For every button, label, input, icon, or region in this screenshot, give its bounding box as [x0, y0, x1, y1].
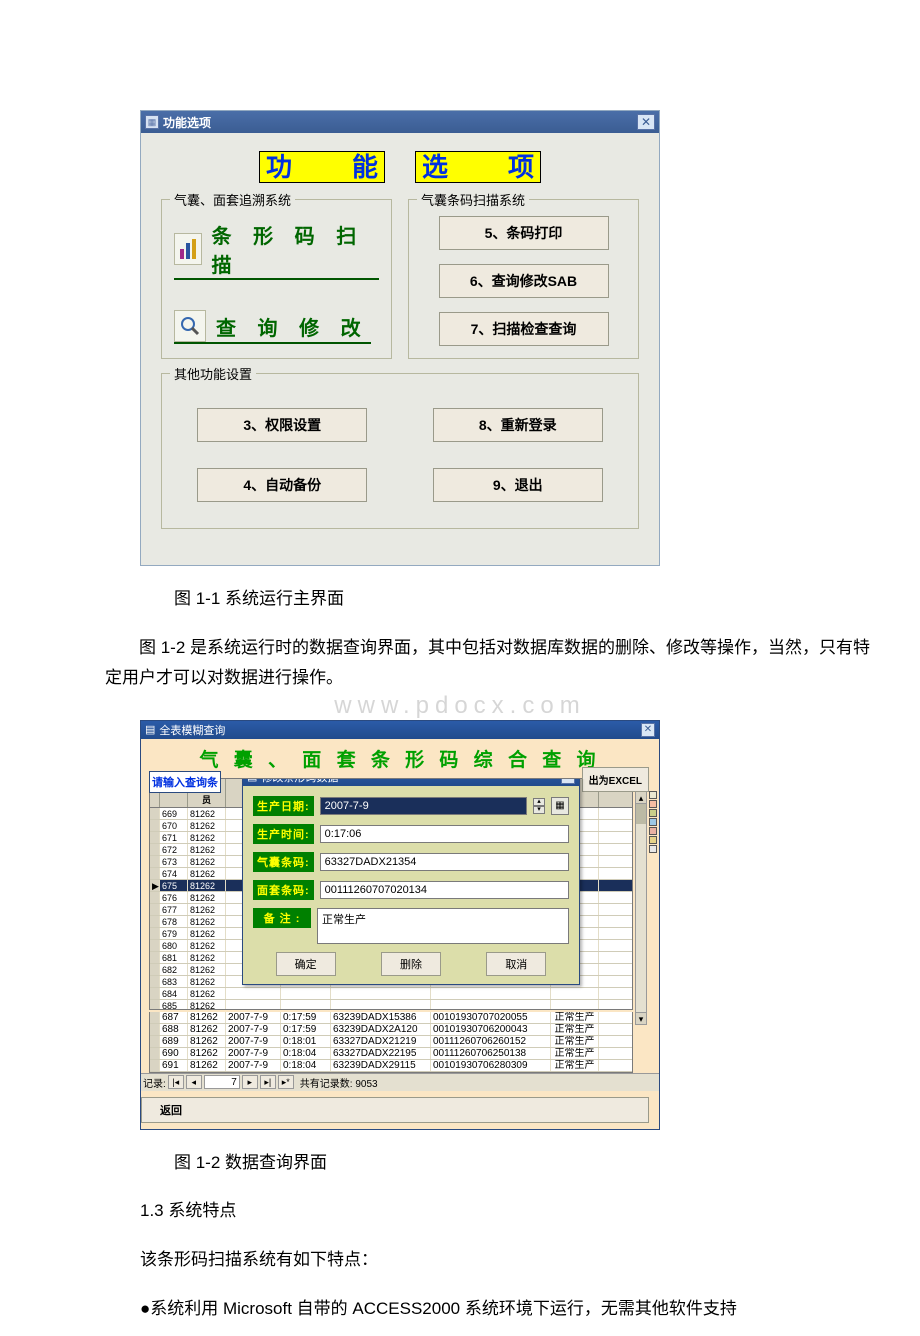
- btn-cancel[interactable]: 取消: [486, 952, 546, 976]
- banner-right: 选 项: [415, 151, 541, 183]
- group-scan-legend: 气囊条码扫描系统: [417, 190, 529, 209]
- nav-first-icon[interactable]: |◂: [168, 1075, 184, 1089]
- color-swatch: [649, 836, 657, 844]
- nav-prev-icon[interactable]: ◂: [186, 1075, 202, 1089]
- banner-char: 项: [508, 154, 534, 180]
- query-modify-link[interactable]: 查 询 修 改: [174, 310, 371, 344]
- color-swatch: [649, 845, 657, 853]
- record-label: 记录:: [143, 1075, 166, 1090]
- btn-scan-check-query[interactable]: 7、扫描检查查询: [439, 312, 609, 346]
- btn-query-modify-sab[interactable]: 6、查询修改SAB: [439, 264, 609, 298]
- window-title: 功能选项: [163, 114, 637, 131]
- input-remark[interactable]: [317, 908, 569, 944]
- window-title: 全表模糊查询: [159, 722, 225, 738]
- main-menu-window: ▦ 功能选项 ✕ 功 能 选 项 气囊、面套追溯系统: [140, 110, 660, 566]
- label-cover-code: 面套条码:: [253, 880, 314, 900]
- close-icon[interactable]: ✕: [561, 778, 575, 784]
- record-current[interactable]: [204, 1075, 240, 1089]
- scroll-thumb[interactable]: [636, 804, 646, 824]
- date-spinner[interactable]: ▴▾: [533, 798, 545, 814]
- color-swatches: [649, 791, 657, 853]
- color-swatch: [649, 818, 657, 826]
- link-label: 查 询 修 改: [216, 312, 369, 341]
- close-icon[interactable]: ✕: [641, 723, 655, 737]
- group-other: 其他功能设置 3、权限设置 8、重新登录 4、自动备份 9、退出: [161, 373, 639, 529]
- scroll-up-icon[interactable]: ▴: [636, 792, 646, 804]
- group-scan: 气囊条码扫描系统 5、条码打印 6、查询修改SAB 7、扫描检查查询: [408, 199, 639, 359]
- vertical-scrollbar[interactable]: ▴ ▾: [635, 791, 647, 1025]
- figure-caption-2: 图 1-2 数据查询界面: [0, 1148, 920, 1179]
- form-icon: ▤: [247, 778, 257, 784]
- close-icon[interactable]: ✕: [637, 114, 655, 130]
- color-swatch: [649, 791, 657, 799]
- table-row[interactable]: 68481262: [150, 988, 632, 1000]
- link-label: 条 形 码 扫 描: [212, 220, 377, 278]
- paragraph-3: ●系统利用 Microsoft 自带的 ACCESS2000 系统环境下运行，无…: [0, 1294, 920, 1325]
- btn-exit[interactable]: 9、退出: [433, 468, 603, 502]
- calendar-icon[interactable]: ▦: [551, 797, 569, 815]
- barcode-scan-link[interactable]: 条 形 码 扫 描: [174, 220, 379, 280]
- titlebar: ▤ 全表模糊查询 ✕: [141, 721, 659, 739]
- record-navigator: 记录: |◂ ◂ ▸ ▸| ▸* 共有记录数: 9053: [141, 1073, 659, 1091]
- dialog-title: 修改条形码数据: [261, 778, 338, 785]
- btn-ok[interactable]: 确定: [276, 952, 336, 976]
- color-swatch: [649, 827, 657, 835]
- barchart-icon: [174, 233, 202, 265]
- input-cover-code[interactable]: [320, 881, 569, 899]
- paragraph-1: 图 1-2 是系统运行时的数据查询界面，其中包括对数据库数据的删除、修改等操作，…: [0, 633, 920, 694]
- data-grid: 编号 操作人员 66981262670812626718126267281262…: [149, 778, 633, 1010]
- table-row[interactable]: 690812622007-7-90:18:0463327DADX22195001…: [150, 1048, 632, 1060]
- magnifier-icon: [174, 310, 206, 342]
- btn-permission[interactable]: 3、权限设置: [197, 408, 367, 442]
- search-prompt: 请输入查询条: [149, 771, 221, 793]
- nav-last-icon[interactable]: ▸|: [260, 1075, 276, 1089]
- watermark: www.pdocx.com: [0, 692, 920, 720]
- form-icon: ▤: [145, 723, 155, 736]
- label-production-time: 生产时间:: [253, 824, 314, 844]
- label-airbag-code: 气囊条码:: [253, 852, 314, 872]
- btn-auto-backup[interactable]: 4、自动备份: [197, 468, 367, 502]
- query-window: ▤ 全表模糊查询 ✕ 气 囊 、 面 套 条 形 码 综 合 查 询 请输入查询…: [140, 720, 660, 1130]
- table-row[interactable]: 691812622007-7-90:18:0463239DADX29115001…: [150, 1060, 632, 1072]
- btn-print-barcode[interactable]: 5、条码打印: [439, 216, 609, 250]
- btn-export-excel[interactable]: 出为EXCEL: [582, 767, 649, 792]
- group-other-legend: 其他功能设置: [170, 364, 256, 383]
- group-trace: 气囊、面套追溯系统 条 形 码 扫 描: [161, 199, 392, 359]
- table-row[interactable]: 68581262: [150, 1000, 632, 1010]
- table-row[interactable]: 687812622007-7-90:17:5963239DADX15386001…: [150, 1012, 632, 1024]
- table-row[interactable]: 689812622007-7-90:18:0163327DADX21219001…: [150, 1036, 632, 1048]
- table-row[interactable]: 688812622007-7-90:17:5963239DADX2A120001…: [150, 1024, 632, 1036]
- figure-caption-1: 图 1-1 系统运行主界面: [0, 584, 920, 615]
- input-production-time[interactable]: [320, 825, 569, 843]
- btn-return[interactable]: 返回: [141, 1097, 649, 1123]
- nav-next-icon[interactable]: ▸: [242, 1075, 258, 1089]
- banner-left: 功 能: [259, 151, 385, 183]
- label-production-date: 生产日期:: [253, 796, 314, 816]
- input-production-date[interactable]: [320, 797, 527, 815]
- nav-new-icon[interactable]: ▸*: [278, 1075, 294, 1089]
- banner-char: 能: [352, 154, 378, 180]
- label-remark: 备 注 :: [253, 908, 311, 928]
- btn-relogin[interactable]: 8、重新登录: [433, 408, 603, 442]
- paragraph-2: 该条形码扫描系统有如下特点：: [0, 1245, 920, 1276]
- color-swatch: [649, 809, 657, 817]
- banner-char: 选: [422, 154, 448, 180]
- group-trace-legend: 气囊、面套追溯系统: [170, 190, 295, 209]
- color-swatch: [649, 800, 657, 808]
- scroll-down-icon[interactable]: ▾: [636, 1012, 646, 1024]
- dialog-titlebar: ▤ 修改条形码数据 ✕: [243, 778, 579, 786]
- record-total: 共有记录数: 9053: [300, 1075, 378, 1090]
- edit-record-dialog: ▤ 修改条形码数据 ✕ 生产日期: ▴▾ ▦ 生产时间:: [242, 778, 580, 985]
- btn-delete[interactable]: 删除: [381, 952, 441, 976]
- grid-visible-rows[interactable]: 687812622007-7-90:17:5963239DADX15386001…: [149, 1012, 633, 1073]
- banner-char: 功: [266, 154, 292, 180]
- input-airbag-code[interactable]: [320, 853, 569, 871]
- heading-1-3: 1.3 系统特点: [0, 1196, 920, 1227]
- titlebar: ▦ 功能选项 ✕: [141, 111, 659, 133]
- app-icon: ▦: [145, 115, 159, 129]
